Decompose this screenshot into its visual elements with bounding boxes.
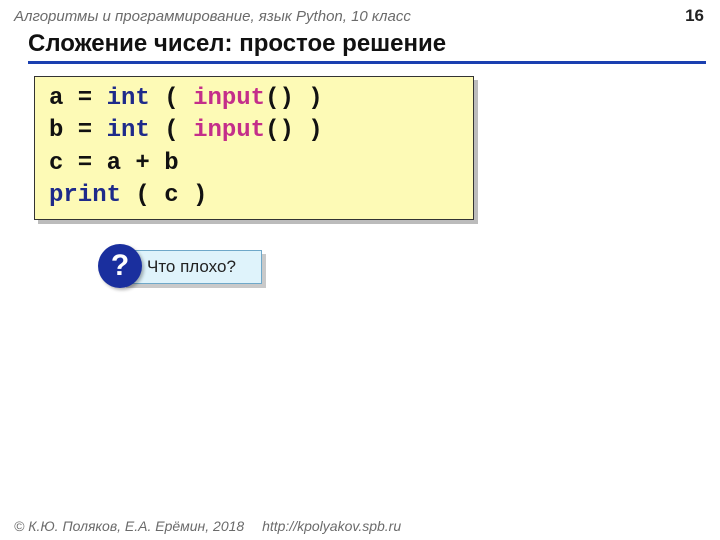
code-token: int (107, 117, 150, 144)
code-token: ( c ) (121, 182, 207, 209)
question-callout: Что плохо? ? (84, 248, 284, 296)
page-number: 16 (685, 6, 704, 26)
code-token: b (164, 150, 178, 177)
code-block: a = int ( input() )b = int ( input() )c … (34, 76, 474, 220)
callout-text: Что плохо? (147, 257, 236, 277)
code-token: c (49, 150, 63, 177)
code-line: c = a + b (49, 148, 461, 180)
code-token: + (121, 150, 164, 177)
code-line: a = int ( input() ) (49, 83, 461, 115)
code-token: input (193, 85, 265, 112)
code-token: b (49, 117, 63, 144)
code-token: = (63, 117, 106, 144)
code-token: a (49, 85, 63, 112)
footer-copyright: © К.Ю. Поляков, Е.А. Ерёмин, 2018 (14, 518, 244, 534)
question-mark-icon: ? (98, 244, 142, 288)
code-token: int (107, 85, 150, 112)
code-line: b = int ( input() ) (49, 115, 461, 147)
code-token: () ) (265, 85, 323, 112)
code-token: print (49, 182, 121, 209)
code-token: input (193, 117, 265, 144)
code-box: a = int ( input() )b = int ( input() )c … (34, 76, 474, 220)
code-token: = (63, 150, 106, 177)
footer-link: http://kpolyakov.spb.ru (262, 518, 401, 534)
code-token: a (107, 150, 121, 177)
code-token: = (63, 85, 106, 112)
slide-footer: © К.Ю. Поляков, Е.А. Ерёмин, 2018 http:/… (14, 518, 401, 534)
code-line: print ( c ) (49, 180, 461, 212)
callout-box: Что плохо? (122, 250, 262, 284)
code-token: () ) (265, 117, 323, 144)
code-token: ( (150, 117, 193, 144)
course-title: Алгоритмы и программирование, язык Pytho… (14, 8, 411, 25)
slide-header: Алгоритмы и программирование, язык Pytho… (0, 0, 720, 28)
code-token: ( (150, 85, 193, 112)
slide-title: Сложение чисел: простое решение (28, 30, 706, 64)
